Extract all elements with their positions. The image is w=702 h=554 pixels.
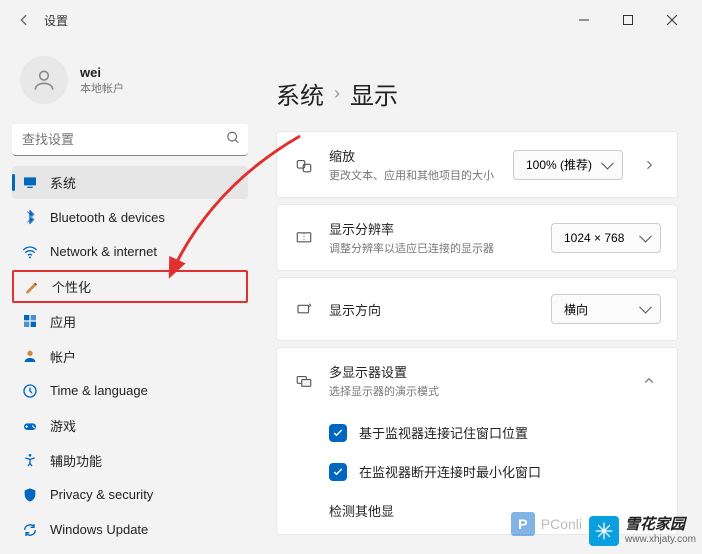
user-name: wei — [80, 65, 124, 80]
sidebar-item-time[interactable]: Time & language — [12, 375, 248, 408]
maximize-button[interactable] — [606, 4, 650, 36]
sidebar-item-label: 辅助功能 — [50, 451, 102, 470]
sidebar-item-label: 系统 — [50, 173, 76, 192]
orientation-icon — [293, 300, 315, 318]
resolution-dropdown[interactable]: 1024 × 768 — [551, 223, 661, 253]
sidebar-item-label: Bluetooth & devices — [50, 210, 165, 225]
sidebar-item-label: 游戏 — [50, 416, 76, 435]
sidebar-item-label: Time & language — [50, 383, 148, 398]
avatar — [20, 56, 68, 104]
scale-row[interactable]: 缩放 更改文本、应用和其他项目的大小 100% (推荐) — [277, 132, 677, 197]
sidebar-item-gaming[interactable]: 游戏 — [12, 409, 248, 442]
sidebar-item-update[interactable]: Windows Update — [12, 513, 248, 546]
search-icon — [226, 131, 240, 150]
window-title: 设置 — [44, 12, 68, 29]
resolution-label: 显示分辨率 — [329, 219, 537, 238]
checkbox-checked-icon[interactable] — [329, 463, 347, 481]
accessibility-icon — [22, 452, 38, 468]
user-profile[interactable]: wei 本地帐户 — [12, 48, 248, 120]
resolution-desc: 调整分辨率以适应已连接的显示器 — [329, 240, 537, 256]
pconline-logo-icon: P — [511, 512, 535, 536]
watermark-url: www.xhjaty.com — [625, 534, 696, 545]
sidebar-item-accessibility[interactable]: 辅助功能 — [12, 444, 248, 477]
sidebar-item-apps[interactable]: 应用 — [12, 305, 248, 338]
sidebar-item-bluetooth[interactable]: Bluetooth & devices — [12, 201, 248, 234]
network-icon — [22, 244, 38, 260]
multi-display-desc: 选择显示器的演示模式 — [329, 383, 623, 399]
multi-display-row[interactable]: 多显示器设置 选择显示器的演示模式 — [277, 348, 677, 413]
multi-display-icon — [293, 372, 315, 390]
privacy-icon — [22, 487, 38, 503]
user-account-type: 本地帐户 — [80, 80, 124, 96]
sidebar-item-label: Windows Update — [50, 522, 148, 537]
orientation-label: 显示方向 — [329, 300, 537, 319]
back-button[interactable] — [8, 4, 40, 36]
sidebar-item-network[interactable]: Network & internet — [12, 235, 248, 268]
snowflake-icon — [589, 516, 619, 546]
apps-icon — [22, 313, 38, 329]
system-icon — [22, 174, 38, 190]
minimize-on-disconnect-row[interactable]: 在监视器断开连接时最小化窗口 — [277, 452, 677, 491]
time-icon — [22, 383, 38, 399]
resolution-icon — [293, 229, 315, 247]
resolution-row[interactable]: 显示分辨率 调整分辨率以适应已连接的显示器 1024 × 768 — [277, 205, 677, 270]
chevron-up-icon[interactable] — [637, 375, 661, 387]
sidebar-item-personalization[interactable]: 个性化 — [12, 270, 248, 303]
sidebar-item-label: Network & internet — [50, 244, 157, 259]
minimize-on-disconnect-label: 在监视器断开连接时最小化窗口 — [359, 462, 541, 481]
watermark: 雪花家园 www.xhjaty.com — [589, 516, 696, 546]
accounts-icon — [22, 348, 38, 364]
pconline-text: PConli — [541, 516, 582, 532]
sidebar-item-accounts[interactable]: 帐户 — [12, 340, 248, 373]
chevron-right-icon: › — [334, 83, 340, 104]
orientation-row[interactable]: 显示方向 横向 — [277, 278, 677, 340]
sidebar-item-label: Privacy & security — [50, 487, 153, 502]
breadcrumb: 系统 › 显示 — [276, 76, 678, 111]
scale-desc: 更改文本、应用和其他项目的大小 — [329, 167, 499, 183]
orientation-dropdown[interactable]: 横向 — [551, 294, 661, 324]
personalization-icon — [24, 279, 40, 295]
sidebar-item-label: 应用 — [50, 312, 76, 331]
sidebar-item-system[interactable]: 系统 — [12, 166, 248, 199]
close-button[interactable] — [650, 4, 694, 36]
chevron-right-icon[interactable] — [637, 159, 661, 171]
minimize-button[interactable] — [562, 4, 606, 36]
pconline-watermark: P PConli — [511, 512, 582, 536]
search-input[interactable] — [12, 124, 248, 156]
remember-position-label: 基于监视器连接记住窗口位置 — [359, 423, 528, 442]
breadcrumb-current: 显示 — [350, 76, 398, 111]
scale-dropdown[interactable]: 100% (推荐) — [513, 150, 623, 180]
sidebar-item-privacy[interactable]: Privacy & security — [12, 479, 248, 512]
remember-position-row[interactable]: 基于监视器连接记住窗口位置 — [277, 413, 677, 452]
sidebar-item-label: 个性化 — [52, 277, 91, 296]
checkbox-checked-icon[interactable] — [329, 424, 347, 442]
gaming-icon — [22, 418, 38, 434]
scale-icon — [293, 156, 315, 174]
sidebar-item-label: 帐户 — [50, 347, 76, 366]
bluetooth-icon — [22, 209, 38, 225]
update-icon — [22, 522, 38, 538]
detect-display-label: 检测其他显 — [329, 501, 394, 520]
breadcrumb-parent[interactable]: 系统 — [276, 76, 324, 111]
multi-display-label: 多显示器设置 — [329, 362, 623, 381]
scale-label: 缩放 — [329, 146, 499, 165]
watermark-title: 雪花家园 — [625, 517, 696, 534]
